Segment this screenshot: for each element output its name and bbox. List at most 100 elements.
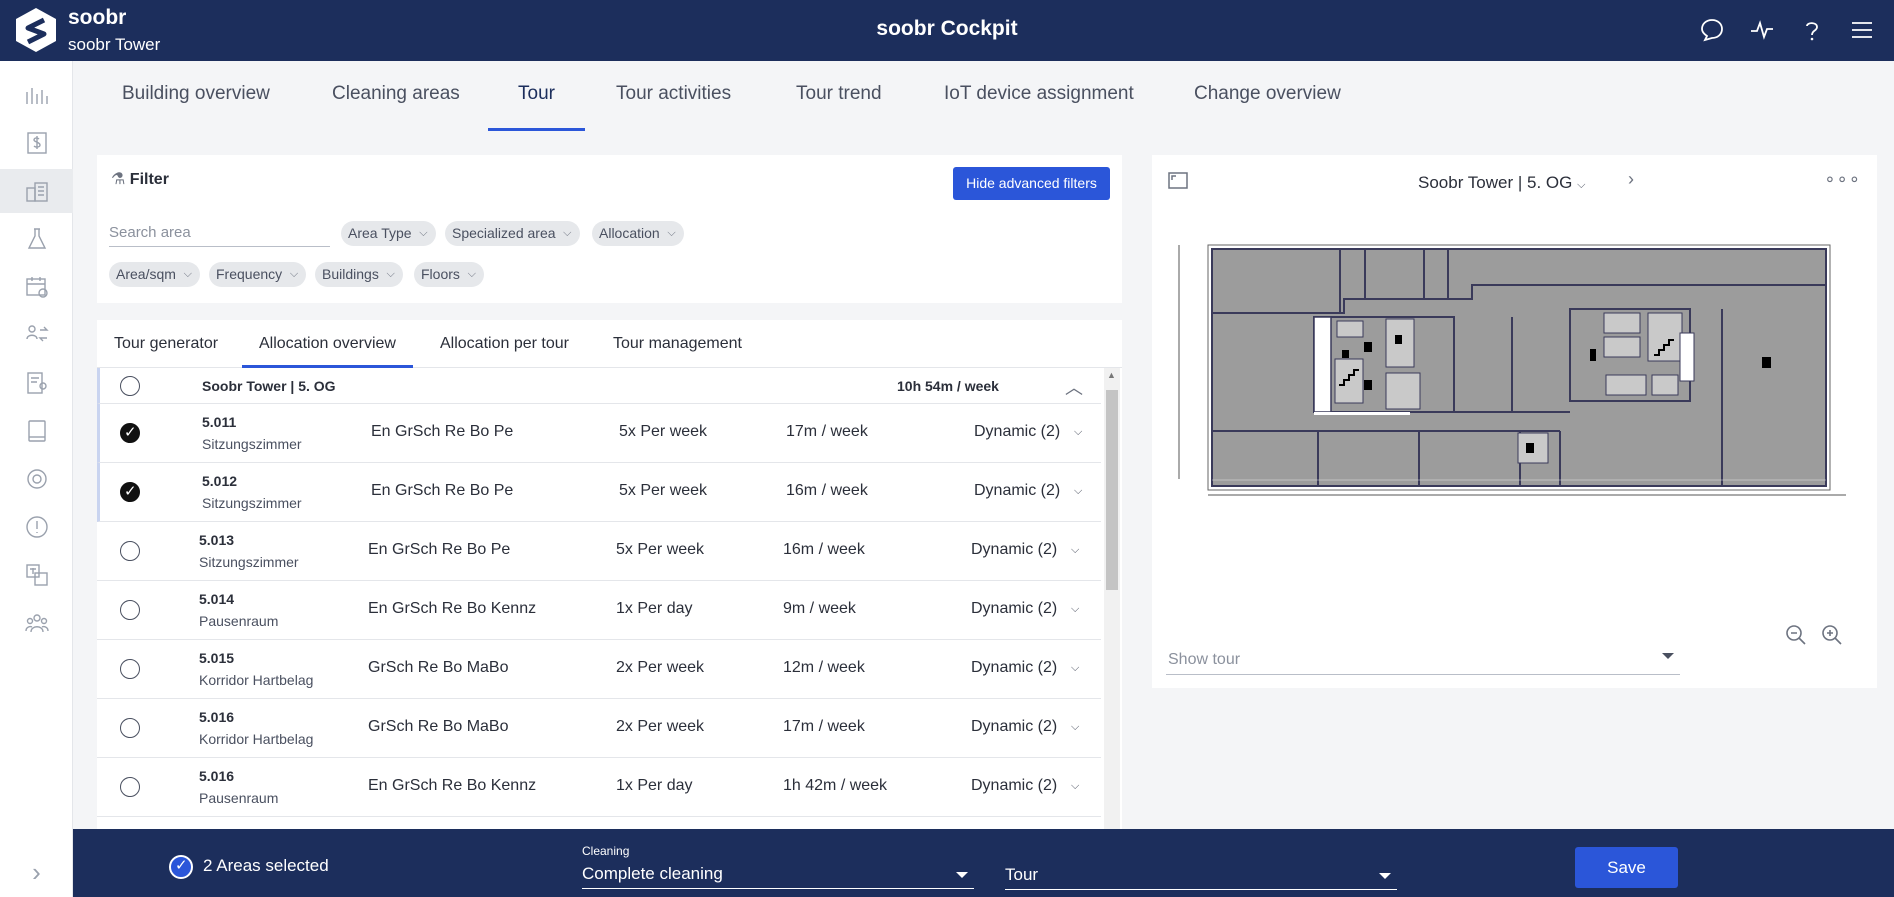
filter-chip-floors[interactable]: Floors ⌵	[414, 262, 484, 287]
floor-selector[interactable]: Soobr Tower | 5. OG ⌵	[1418, 173, 1585, 193]
show-tour-select[interactable]: Show tour	[1166, 645, 1680, 675]
table-row[interactable]: 5.011 Sitzungszimmer En GrSch Re Bo Pe 5…	[97, 404, 1101, 463]
search-area-input[interactable]	[109, 219, 330, 247]
filter-chip-buildings[interactable]: Buildings ⌵	[315, 262, 403, 287]
allocation-dropdown[interactable]: Dynamic (2)	[971, 659, 1057, 677]
row-select-radio[interactable]	[120, 541, 140, 561]
area-type: Korridor Hartbelag	[199, 731, 314, 747]
allocation-dropdown[interactable]: Dynamic (2)	[971, 777, 1057, 795]
floor-group-row[interactable]: Soobr Tower | 5. OG 10h 54m / week ︿	[97, 368, 1101, 404]
tab-building-overview[interactable]: Building overview	[122, 61, 270, 131]
tablet-icon[interactable]	[0, 409, 73, 453]
chevron-down-icon: ⌵	[419, 227, 428, 239]
row-select-radio[interactable]	[120, 423, 140, 443]
area-time: 9m / week	[783, 600, 856, 617]
table-row[interactable]: 5.013 Sitzungszimmer En GrSch Re Bo Pe 5…	[97, 522, 1101, 581]
bar-chart-icon[interactable]	[0, 73, 73, 117]
zoom-in-icon[interactable]	[1820, 623, 1844, 647]
group-select-radio[interactable]	[120, 376, 140, 396]
area-code: 5.012	[202, 473, 238, 489]
chevron-up-icon[interactable]: ︿	[1065, 374, 1083, 400]
floor-plan[interactable]	[1172, 235, 1852, 505]
table-row[interactable]: 5.015 Korridor Hartbelag GrSch Re Bo MaB…	[97, 640, 1101, 699]
main-tabs: Building overview Cleaning areas Tour To…	[73, 61, 1894, 131]
table-row[interactable]: 5.016 Pausenraum En GrSch Re Bo Kennz 1x…	[97, 758, 1101, 817]
area-tasks: GrSch Re Bo MaBo	[368, 659, 509, 676]
area-code: 5.016	[199, 709, 235, 725]
dropdown-arrow-icon	[1379, 873, 1391, 879]
allocation-dropdown[interactable]: Dynamic (2)	[971, 718, 1057, 736]
allocation-dropdown[interactable]: Dynamic (2)	[971, 600, 1057, 618]
allocation-dropdown[interactable]: Dynamic (2)	[974, 482, 1060, 500]
alert-icon[interactable]	[0, 505, 73, 549]
chat-icon[interactable]	[1698, 14, 1726, 46]
row-select-radio[interactable]	[120, 600, 140, 620]
people-transfer-icon[interactable]	[0, 313, 73, 357]
document-person-icon[interactable]	[0, 361, 73, 405]
dollar-icon[interactable]	[0, 121, 73, 165]
subtab-tour-generator[interactable]: Tour generator	[114, 320, 218, 368]
filter-chip-frequency[interactable]: Frequency ⌵	[209, 262, 307, 287]
tab-tour-activities[interactable]: Tour activities	[616, 61, 731, 131]
team-icon[interactable]	[0, 601, 73, 645]
more-options-icon[interactable]: ∘∘∘	[1824, 169, 1861, 190]
row-select-radio[interactable]	[120, 482, 140, 502]
area-tasks: En GrSch Re Bo Pe	[368, 541, 511, 558]
area-code: 5.016	[199, 768, 235, 784]
sidebar-expand-icon[interactable]: ›	[0, 847, 73, 897]
scroll-up-icon[interactable]: ▲	[1107, 370, 1116, 380]
area-code: 5.014	[199, 591, 235, 607]
tour-select[interactable]: Tour	[1005, 862, 1397, 890]
soobr-logo-icon[interactable]	[14, 6, 58, 54]
area-type: Pausenraum	[199, 790, 279, 806]
tab-cleaning-areas[interactable]: Cleaning areas	[332, 61, 460, 131]
subtab-allocation-overview[interactable]: Allocation overview	[242, 320, 413, 368]
top-icons	[1698, 14, 1876, 46]
subtab-tour-management[interactable]: Tour management	[613, 320, 742, 368]
floor-map-panel: Soobr Tower | 5. OG ⌵ › ∘∘∘ Show tour	[1152, 155, 1877, 688]
subtab-allocation-per-tour[interactable]: Allocation per tour	[440, 320, 569, 368]
zoom-out-icon[interactable]	[1784, 623, 1808, 647]
chevron-right-icon[interactable]: ›	[1628, 169, 1634, 190]
filter-chip-area-type[interactable]: Area Type ⌵	[341, 221, 436, 246]
row-select-radio[interactable]	[120, 659, 140, 679]
filter-chip-allocation[interactable]: Allocation ⌵	[592, 221, 684, 246]
table-scrollbar[interactable]: ▲	[1104, 368, 1120, 830]
sensor-icon[interactable]	[0, 457, 73, 501]
scrollbar-thumb[interactable]	[1106, 390, 1118, 590]
allocation-dropdown[interactable]: Dynamic (2)	[974, 423, 1060, 441]
area-frequency: 5x Per week	[619, 423, 708, 440]
row-select-radio[interactable]	[120, 718, 140, 738]
area-code: 5.013	[199, 532, 235, 548]
chip-label: Buildings	[322, 266, 379, 282]
app-title: soobr Cockpit	[876, 17, 1018, 40]
floor-selector-label: Soobr Tower | 5. OG	[1418, 173, 1573, 192]
cleaning-type-select[interactable]: Complete cleaning	[582, 861, 974, 889]
area-frequency: 5x Per week	[619, 482, 708, 499]
activity-icon[interactable]	[1748, 14, 1776, 46]
tab-change-overview[interactable]: Change overview	[1194, 61, 1341, 131]
area-code: 5.011	[202, 414, 237, 430]
save-button[interactable]: Save	[1575, 847, 1678, 888]
flask-icon[interactable]	[0, 217, 73, 261]
filter-chip-area-sqm[interactable]: Area/sqm ⌵	[109, 262, 200, 287]
calendar-clock-icon[interactable]	[0, 265, 73, 309]
allocation-dropdown[interactable]: Dynamic (2)	[971, 541, 1057, 559]
menu-icon[interactable]	[1848, 14, 1876, 46]
hide-advanced-filters-button[interactable]: Hide advanced filters	[953, 167, 1110, 200]
table-row[interactable]: 5.012 Sitzungszimmer En GrSch Re Bo Pe 5…	[97, 463, 1101, 522]
area-type: Sitzungszimmer	[202, 495, 302, 511]
filter-chip-specialized-area[interactable]: Specialized area ⌵	[445, 221, 580, 246]
expand-icon[interactable]	[1166, 169, 1190, 193]
tab-iot-device-assignment[interactable]: IoT device assignment	[944, 61, 1134, 131]
row-select-radio[interactable]	[120, 777, 140, 797]
table-row[interactable]: 5.016 Korridor Hartbelag GrSch Re Bo MaB…	[97, 699, 1101, 758]
help-icon[interactable]	[1798, 14, 1826, 46]
cleaning-label: Cleaning	[582, 844, 630, 858]
tab-tour[interactable]: Tour	[488, 61, 585, 131]
translate-icon[interactable]	[0, 553, 73, 597]
building-icon[interactable]	[0, 169, 73, 213]
area-tasks: En GrSch Re Bo Pe	[371, 482, 514, 499]
tab-tour-trend[interactable]: Tour trend	[796, 61, 882, 131]
table-row[interactable]: 5.014 Pausenraum En GrSch Re Bo Kennz 1x…	[97, 581, 1101, 640]
